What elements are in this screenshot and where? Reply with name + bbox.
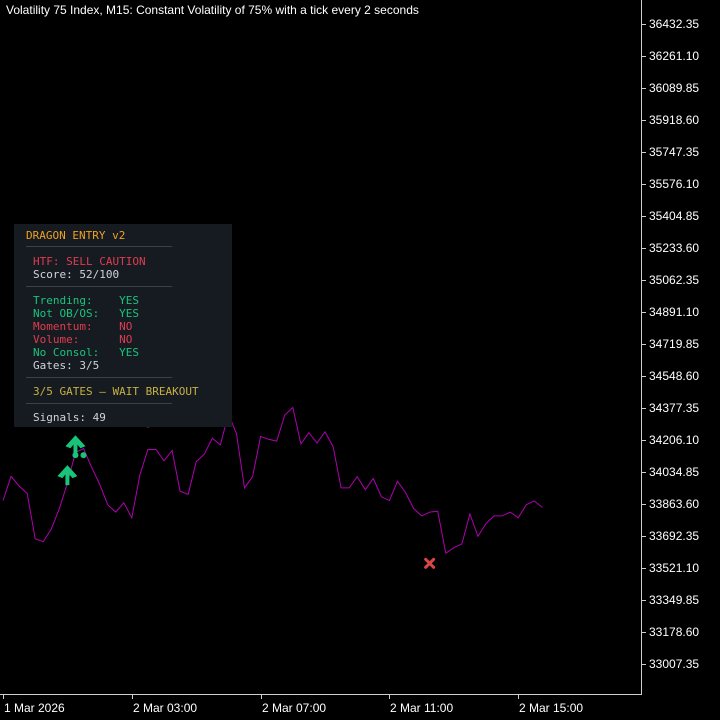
panel-title: DRAGON ENTRY v2 <box>26 229 126 242</box>
price-axis-tick <box>642 88 646 89</box>
price-axis-tick <box>642 56 646 57</box>
price-axis-tick <box>642 472 646 473</box>
price-axis-label: 33692.35 <box>649 529 700 543</box>
gates-summary: Gates: 3/5 <box>33 359 100 372</box>
panel-divider <box>26 377 172 378</box>
price-axis-tick <box>642 184 646 185</box>
chart-title: Volatility 75 Index, M15: Constant Volat… <box>6 3 419 17</box>
price-axis-label: 34034.85 <box>649 465 700 479</box>
time-axis-label: 2 Mar 07:00 <box>262 701 327 715</box>
time-axis-label: 2 Mar 15:00 <box>519 701 584 715</box>
price-axis-tick <box>642 600 646 601</box>
price-axis-label: 35918.60 <box>649 113 700 127</box>
gate-volume: Volume: NO <box>33 333 133 346</box>
price-line <box>2 406 543 555</box>
price-axis-label: 35404.85 <box>649 209 700 223</box>
signal-dot <box>72 452 79 459</box>
price-axis-label: 35062.35 <box>649 273 700 287</box>
price-axis-label: 35747.35 <box>649 145 700 159</box>
time-axis-tick <box>3 695 4 699</box>
price-axis-label: 33863.60 <box>649 497 700 511</box>
htf-status: HTF: SELL CAUTION <box>33 255 146 268</box>
price-axis-tick <box>642 536 646 537</box>
panel-divider <box>26 246 172 247</box>
time-axis-label: 2 Mar 03:00 <box>133 701 198 715</box>
buy-signal-arrow <box>57 465 78 486</box>
price-axis-tick <box>642 344 646 345</box>
time-axis-tick <box>132 695 133 699</box>
panel-divider <box>26 403 172 404</box>
price-axis-tick <box>642 408 646 409</box>
price-axis-label: 34719.85 <box>649 337 700 351</box>
time-axis-tick <box>389 695 390 699</box>
price-axis-label: 35233.60 <box>649 241 700 255</box>
price-axis-label: 33521.10 <box>649 561 700 575</box>
price-axis-tick <box>642 152 646 153</box>
price-axis-label: 34548.60 <box>649 369 700 383</box>
price-axis-label: 36261.10 <box>649 49 700 63</box>
price-axis-label: 34377.35 <box>649 401 700 415</box>
price-axis-tick <box>642 440 646 441</box>
gate-not-ob-os: Not OB/OS: YES <box>33 307 139 320</box>
dragon-entry-panel: DRAGON ENTRY v2 HTF: SELL CAUTION Score:… <box>14 224 232 427</box>
price-axis-label: 33349.85 <box>649 593 700 607</box>
price-axis-tick <box>642 216 646 217</box>
time-axis-tick <box>261 695 262 699</box>
time-axis-label: 1 Mar 2026 <box>4 701 65 715</box>
price-axis-label: 34891.10 <box>649 305 700 319</box>
price-axis-tick <box>642 248 646 249</box>
gate-trending: Trending: YES <box>33 294 139 307</box>
price-axis-tick <box>642 280 646 281</box>
price-axis-tick <box>642 504 646 505</box>
price-axis-label: 35576.10 <box>649 177 700 191</box>
price-axis-label: 36089.85 <box>649 81 700 95</box>
price-axis-tick <box>642 24 646 25</box>
score-value: Score: 52/100 <box>33 268 120 281</box>
price-axis-tick <box>642 632 646 633</box>
price-axis-tick <box>642 568 646 569</box>
price-axis-label: 36432.35 <box>649 17 700 31</box>
gate-no-consol: No Consol: YES <box>33 346 139 359</box>
gate-momentum: Momentum: NO <box>33 320 133 333</box>
time-axis-label: 2 Mar 11:00 <box>390 701 454 715</box>
price-axis-tick <box>642 120 646 121</box>
price-axis-label: 34206.10 <box>649 433 700 447</box>
price-axis-tick <box>642 664 646 665</box>
time-axis-tick <box>518 695 519 699</box>
price-axis-label: 33007.35 <box>649 657 700 671</box>
price-axis-label: 33178.60 <box>649 625 700 639</box>
price-axis-tick <box>642 312 646 313</box>
verdict-text: 3/5 GATES — WAIT BREAKOUT <box>33 385 199 398</box>
sell-signal-cross <box>424 557 436 569</box>
panel-divider <box>26 286 172 287</box>
signal-dot <box>80 452 87 459</box>
signals-count: Signals: 49 <box>33 411 106 424</box>
price-axis-tick <box>642 376 646 377</box>
